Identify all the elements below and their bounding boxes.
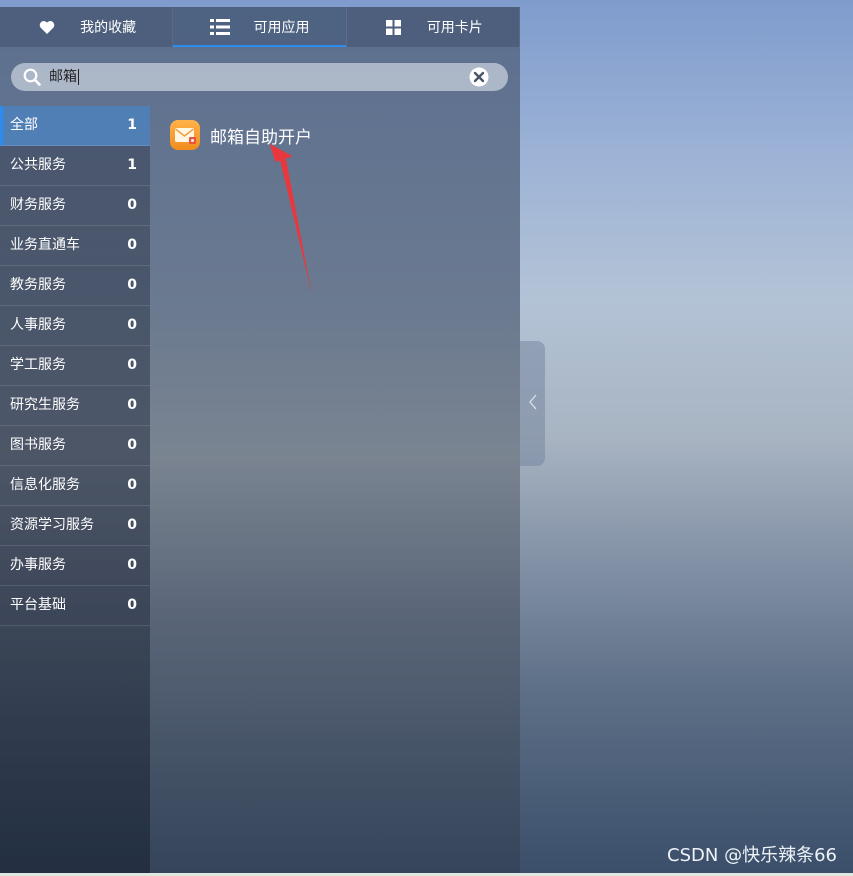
category-count: 0	[127, 477, 137, 493]
search-input[interactable]: 邮箱	[49, 63, 79, 91]
search-bar[interactable]: 邮箱	[11, 63, 508, 91]
tab-label: 我的收藏	[80, 20, 137, 36]
list-icon	[209, 18, 231, 36]
category-name: 全部	[10, 117, 38, 133]
category-count: 0	[127, 517, 137, 533]
category-item-academic-affairs[interactable]: 教务服务 0	[0, 266, 150, 306]
mail-icon	[170, 120, 200, 150]
tab-favorites[interactable]: 我的收藏	[0, 7, 174, 47]
text-caret	[78, 69, 79, 85]
tab-label: 可用应用	[253, 20, 310, 36]
category-count: 0	[127, 317, 137, 333]
tab-available-cards[interactable]: 可用卡片	[347, 7, 520, 47]
category-name: 办事服务	[10, 557, 66, 573]
category-sidebar: 全部 1 公共服务 1 财务服务 0 业务直通车 0 教务服务 0 人事服务 0 学工服务 0…	[0, 106, 150, 873]
tab-bar: 我的收藏 可用应用 可用卡片	[0, 7, 520, 47]
category-item-office-affairs[interactable]: 办事服务 0	[0, 546, 150, 586]
category-name: 学工服务	[10, 357, 66, 373]
category-name: 财务服务	[10, 197, 66, 213]
watermark-text: CSDN @快乐辣条66	[667, 845, 837, 866]
search-input-value: 邮箱	[49, 69, 77, 85]
category-item-platform-basics[interactable]: 平台基础 0	[0, 586, 150, 626]
app-launcher-panel: 我的收藏 可用应用 可用卡片 邮箱 全部 1 公共服务 1 财务服务 0 业务直…	[0, 7, 520, 873]
category-count: 0	[127, 597, 137, 613]
chevron-left-icon	[528, 393, 538, 415]
category-name: 人事服务	[10, 317, 66, 333]
category-item-learning-resources[interactable]: 资源学习服务 0	[0, 506, 150, 546]
category-item-student-affairs[interactable]: 学工服务 0	[0, 346, 150, 386]
category-count: 0	[127, 197, 137, 213]
category-name: 研究生服务	[10, 397, 80, 413]
clear-search-icon[interactable]	[469, 67, 489, 87]
category-name: 信息化服务	[10, 477, 80, 493]
category-count: 0	[127, 357, 137, 373]
category-item-graduate[interactable]: 研究生服务 0	[0, 386, 150, 426]
category-count: 1	[127, 157, 137, 173]
category-item-public-services[interactable]: 公共服务 1	[0, 146, 150, 186]
category-count: 0	[127, 277, 137, 293]
tab-available-apps[interactable]: 可用应用	[173, 7, 347, 47]
app-item-mailbox-self-service[interactable]: 邮箱自助开户	[170, 120, 312, 150]
category-count: 1	[127, 117, 137, 133]
category-item-business-express[interactable]: 业务直通车 0	[0, 226, 150, 266]
category-item-all[interactable]: 全部 1	[0, 106, 150, 146]
app-name: 邮箱自助开户	[210, 127, 312, 148]
category-count: 0	[127, 237, 137, 253]
category-name: 业务直通车	[10, 237, 80, 253]
grid-icon	[383, 18, 405, 36]
category-item-hr[interactable]: 人事服务 0	[0, 306, 150, 346]
category-name: 平台基础	[10, 597, 66, 613]
category-count: 0	[127, 397, 137, 413]
category-name: 教务服务	[10, 277, 66, 293]
tab-label: 可用卡片	[426, 20, 483, 36]
category-item-finance[interactable]: 财务服务 0	[0, 186, 150, 226]
category-name: 图书服务	[10, 437, 66, 453]
category-item-it-services[interactable]: 信息化服务 0	[0, 466, 150, 506]
category-count: 0	[127, 437, 137, 453]
category-count: 0	[127, 557, 137, 573]
heart-icon	[36, 18, 58, 36]
category-name: 公共服务	[10, 157, 66, 173]
category-name: 资源学习服务	[10, 517, 94, 533]
collapse-panel-button[interactable]	[520, 341, 545, 466]
search-icon	[23, 68, 41, 86]
category-item-library[interactable]: 图书服务 0	[0, 426, 150, 466]
